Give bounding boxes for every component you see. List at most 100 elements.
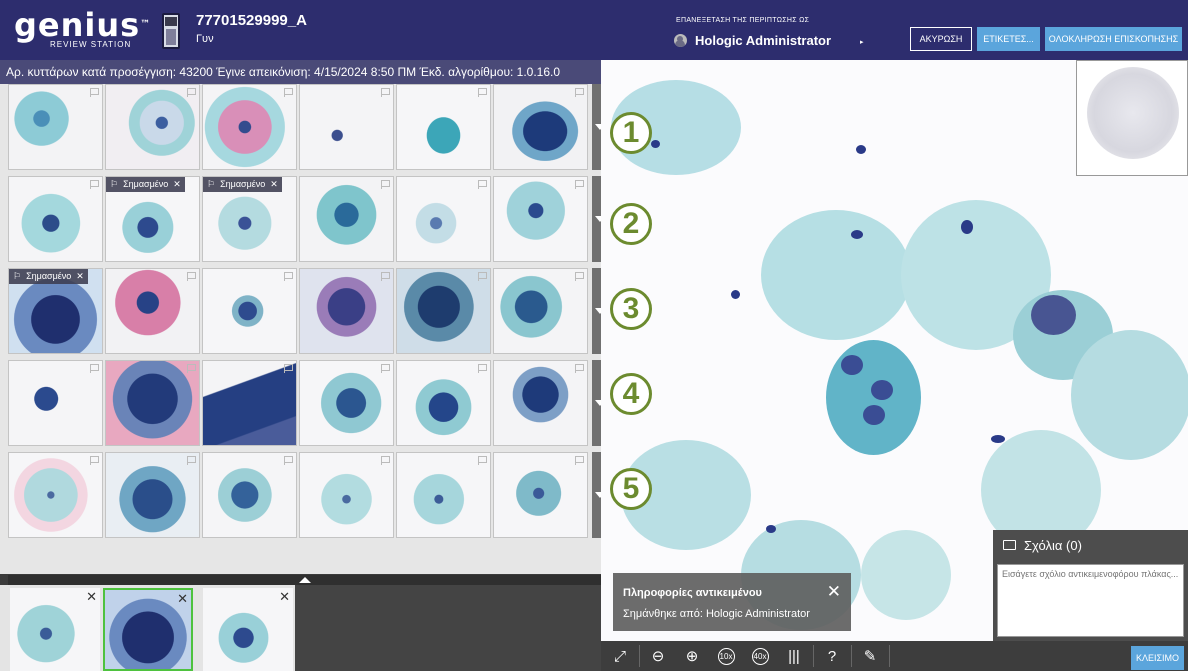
cancel-button[interactable]: ΑΚΥΡΩΣΗ xyxy=(910,27,972,51)
flag-icon[interactable] xyxy=(284,456,293,465)
slide-info-bar: Αρ. κυττάρων κατά προσέγγιση: 43200 Έγιν… xyxy=(0,60,601,84)
gallery-tile[interactable] xyxy=(8,452,103,538)
unflag-button[interactable]: ✕ xyxy=(270,177,278,192)
flag-icon[interactable] xyxy=(381,88,390,97)
user-menu[interactable]: Hologic Administrator xyxy=(674,33,831,48)
cell-nucleus xyxy=(731,290,740,299)
gallery-tile[interactable] xyxy=(202,84,297,170)
tray-toggle-bar[interactable] xyxy=(8,575,601,585)
flag-icon[interactable] xyxy=(575,456,584,465)
zoom-in-icon[interactable]: ⊕ xyxy=(675,641,709,671)
flag-icon[interactable] xyxy=(187,272,196,281)
tray-tile[interactable]: ✕ xyxy=(10,588,100,671)
gallery-tile[interactable] xyxy=(299,360,394,446)
cell-cytoplasm xyxy=(1071,330,1188,460)
flag-icon[interactable] xyxy=(90,88,99,97)
labels-button[interactable]: ΕΤΙΚΕΤΕΣ... xyxy=(977,27,1040,51)
flag-icon[interactable] xyxy=(284,88,293,97)
gallery-tile[interactable] xyxy=(493,176,588,262)
gallery-tile[interactable] xyxy=(493,268,588,354)
user-menu-caret-icon[interactable]: ▸ xyxy=(860,38,864,46)
slide-overview-disc xyxy=(1087,67,1179,159)
gallery-tile[interactable] xyxy=(8,84,103,170)
gallery-tile[interactable]: ⚐ Σημασμένο ✕ xyxy=(105,176,200,262)
gallery-tile[interactable] xyxy=(493,84,588,170)
gallery-tile[interactable] xyxy=(396,360,491,446)
gallery-tile[interactable] xyxy=(299,176,394,262)
zoom-10x-label: 10x xyxy=(717,647,735,665)
gallery-tile[interactable] xyxy=(105,268,200,354)
flag-icon[interactable] xyxy=(90,456,99,465)
gallery-tile[interactable] xyxy=(299,84,394,170)
complete-review-button[interactable]: ΟΛΟΚΛΗΡΩΣΗ ΕΠΙΣΚΟΠΗΣΗΣ xyxy=(1045,27,1182,51)
cell-cytoplasm xyxy=(861,530,951,620)
zoom-out-icon[interactable]: ⊖ xyxy=(641,641,675,671)
flag-icon[interactable] xyxy=(575,272,584,281)
unflag-button[interactable]: ✕ xyxy=(76,269,84,284)
flagged-label: Σημασμένο xyxy=(123,179,169,189)
gallery-tile[interactable] xyxy=(8,176,103,262)
cell-nucleus xyxy=(841,355,863,375)
unflag-button[interactable]: ✕ xyxy=(173,177,181,192)
flag-icon[interactable] xyxy=(381,272,390,281)
flag-icon[interactable] xyxy=(575,180,584,189)
gallery-tile[interactable] xyxy=(202,360,297,446)
gallery-row-4 xyxy=(8,360,606,446)
gallery-tile[interactable] xyxy=(8,360,103,446)
tray-tile[interactable]: ✕ xyxy=(203,588,293,671)
flag-icon[interactable] xyxy=(187,88,196,97)
remove-tile-button[interactable]: ✕ xyxy=(86,589,97,605)
close-button[interactable]: ΚΛΕΙΣΙΜΟ xyxy=(1131,646,1184,670)
gallery-tile[interactable] xyxy=(105,360,200,446)
flag-icon[interactable] xyxy=(90,180,99,189)
slide-overview-map[interactable] xyxy=(1076,60,1188,176)
object-info-title: Πληροφορίες αντικειμένου xyxy=(623,587,762,599)
tray-tile-selected[interactable]: ✕ xyxy=(103,588,193,671)
gallery-tile[interactable] xyxy=(396,268,491,354)
gallery-tile[interactable] xyxy=(396,452,491,538)
comments-header[interactable]: Σχόλια (0) xyxy=(993,530,1188,560)
cell-nucleus xyxy=(871,380,893,400)
gallery-tile[interactable] xyxy=(396,176,491,262)
flag-icon[interactable] xyxy=(187,364,196,373)
flag-icon[interactable] xyxy=(90,364,99,373)
flag-icon[interactable] xyxy=(478,456,487,465)
gallery-tile[interactable] xyxy=(202,452,297,538)
flag-icon[interactable] xyxy=(381,364,390,373)
toolbar-divider xyxy=(851,645,852,667)
gallery-tile[interactable] xyxy=(396,84,491,170)
comment-input[interactable] xyxy=(997,564,1184,637)
fit-screen-icon[interactable]: ⤢ xyxy=(603,641,637,671)
flag-icon[interactable] xyxy=(575,364,584,373)
gallery-tile[interactable]: ⚐ Σημασμένο ✕ xyxy=(202,176,297,262)
gallery-tile[interactable] xyxy=(202,268,297,354)
annotate-pen-icon[interactable]: ✎ xyxy=(853,641,887,671)
flag-icon[interactable] xyxy=(381,180,390,189)
flag-icon[interactable] xyxy=(284,272,293,281)
focus-levels-icon[interactable]: ||| xyxy=(777,641,811,671)
zoom-10x-button[interactable]: 10x xyxy=(709,641,743,671)
flag-icon[interactable] xyxy=(478,180,487,189)
remove-tile-button[interactable]: ✕ xyxy=(177,591,188,607)
object-info-popup: Πληροφορίες αντικειμένου Σημάνθηκε από: … xyxy=(613,573,851,631)
gallery-tile[interactable] xyxy=(105,84,200,170)
row-number-badge: 5 xyxy=(610,468,652,510)
flag-icon[interactable] xyxy=(284,364,293,373)
gallery-tile[interactable] xyxy=(493,360,588,446)
flag-icon[interactable] xyxy=(381,456,390,465)
flag-icon[interactable] xyxy=(575,88,584,97)
flag-icon[interactable] xyxy=(478,272,487,281)
zoom-40x-button[interactable]: 40x xyxy=(743,641,777,671)
object-info-close-button[interactable]: ✕ xyxy=(827,582,841,602)
gallery-tile[interactable]: ⚐ Σημασμένο ✕ xyxy=(8,268,103,354)
gallery-tile[interactable] xyxy=(493,452,588,538)
remove-tile-button[interactable]: ✕ xyxy=(279,589,290,605)
gallery-tile[interactable] xyxy=(299,268,394,354)
comment-icon xyxy=(1003,540,1016,550)
help-button[interactable]: ? xyxy=(815,641,849,671)
flag-icon[interactable] xyxy=(478,88,487,97)
gallery-tile[interactable] xyxy=(299,452,394,538)
gallery-tile[interactable] xyxy=(105,452,200,538)
flag-icon[interactable] xyxy=(187,456,196,465)
flag-icon[interactable] xyxy=(478,364,487,373)
